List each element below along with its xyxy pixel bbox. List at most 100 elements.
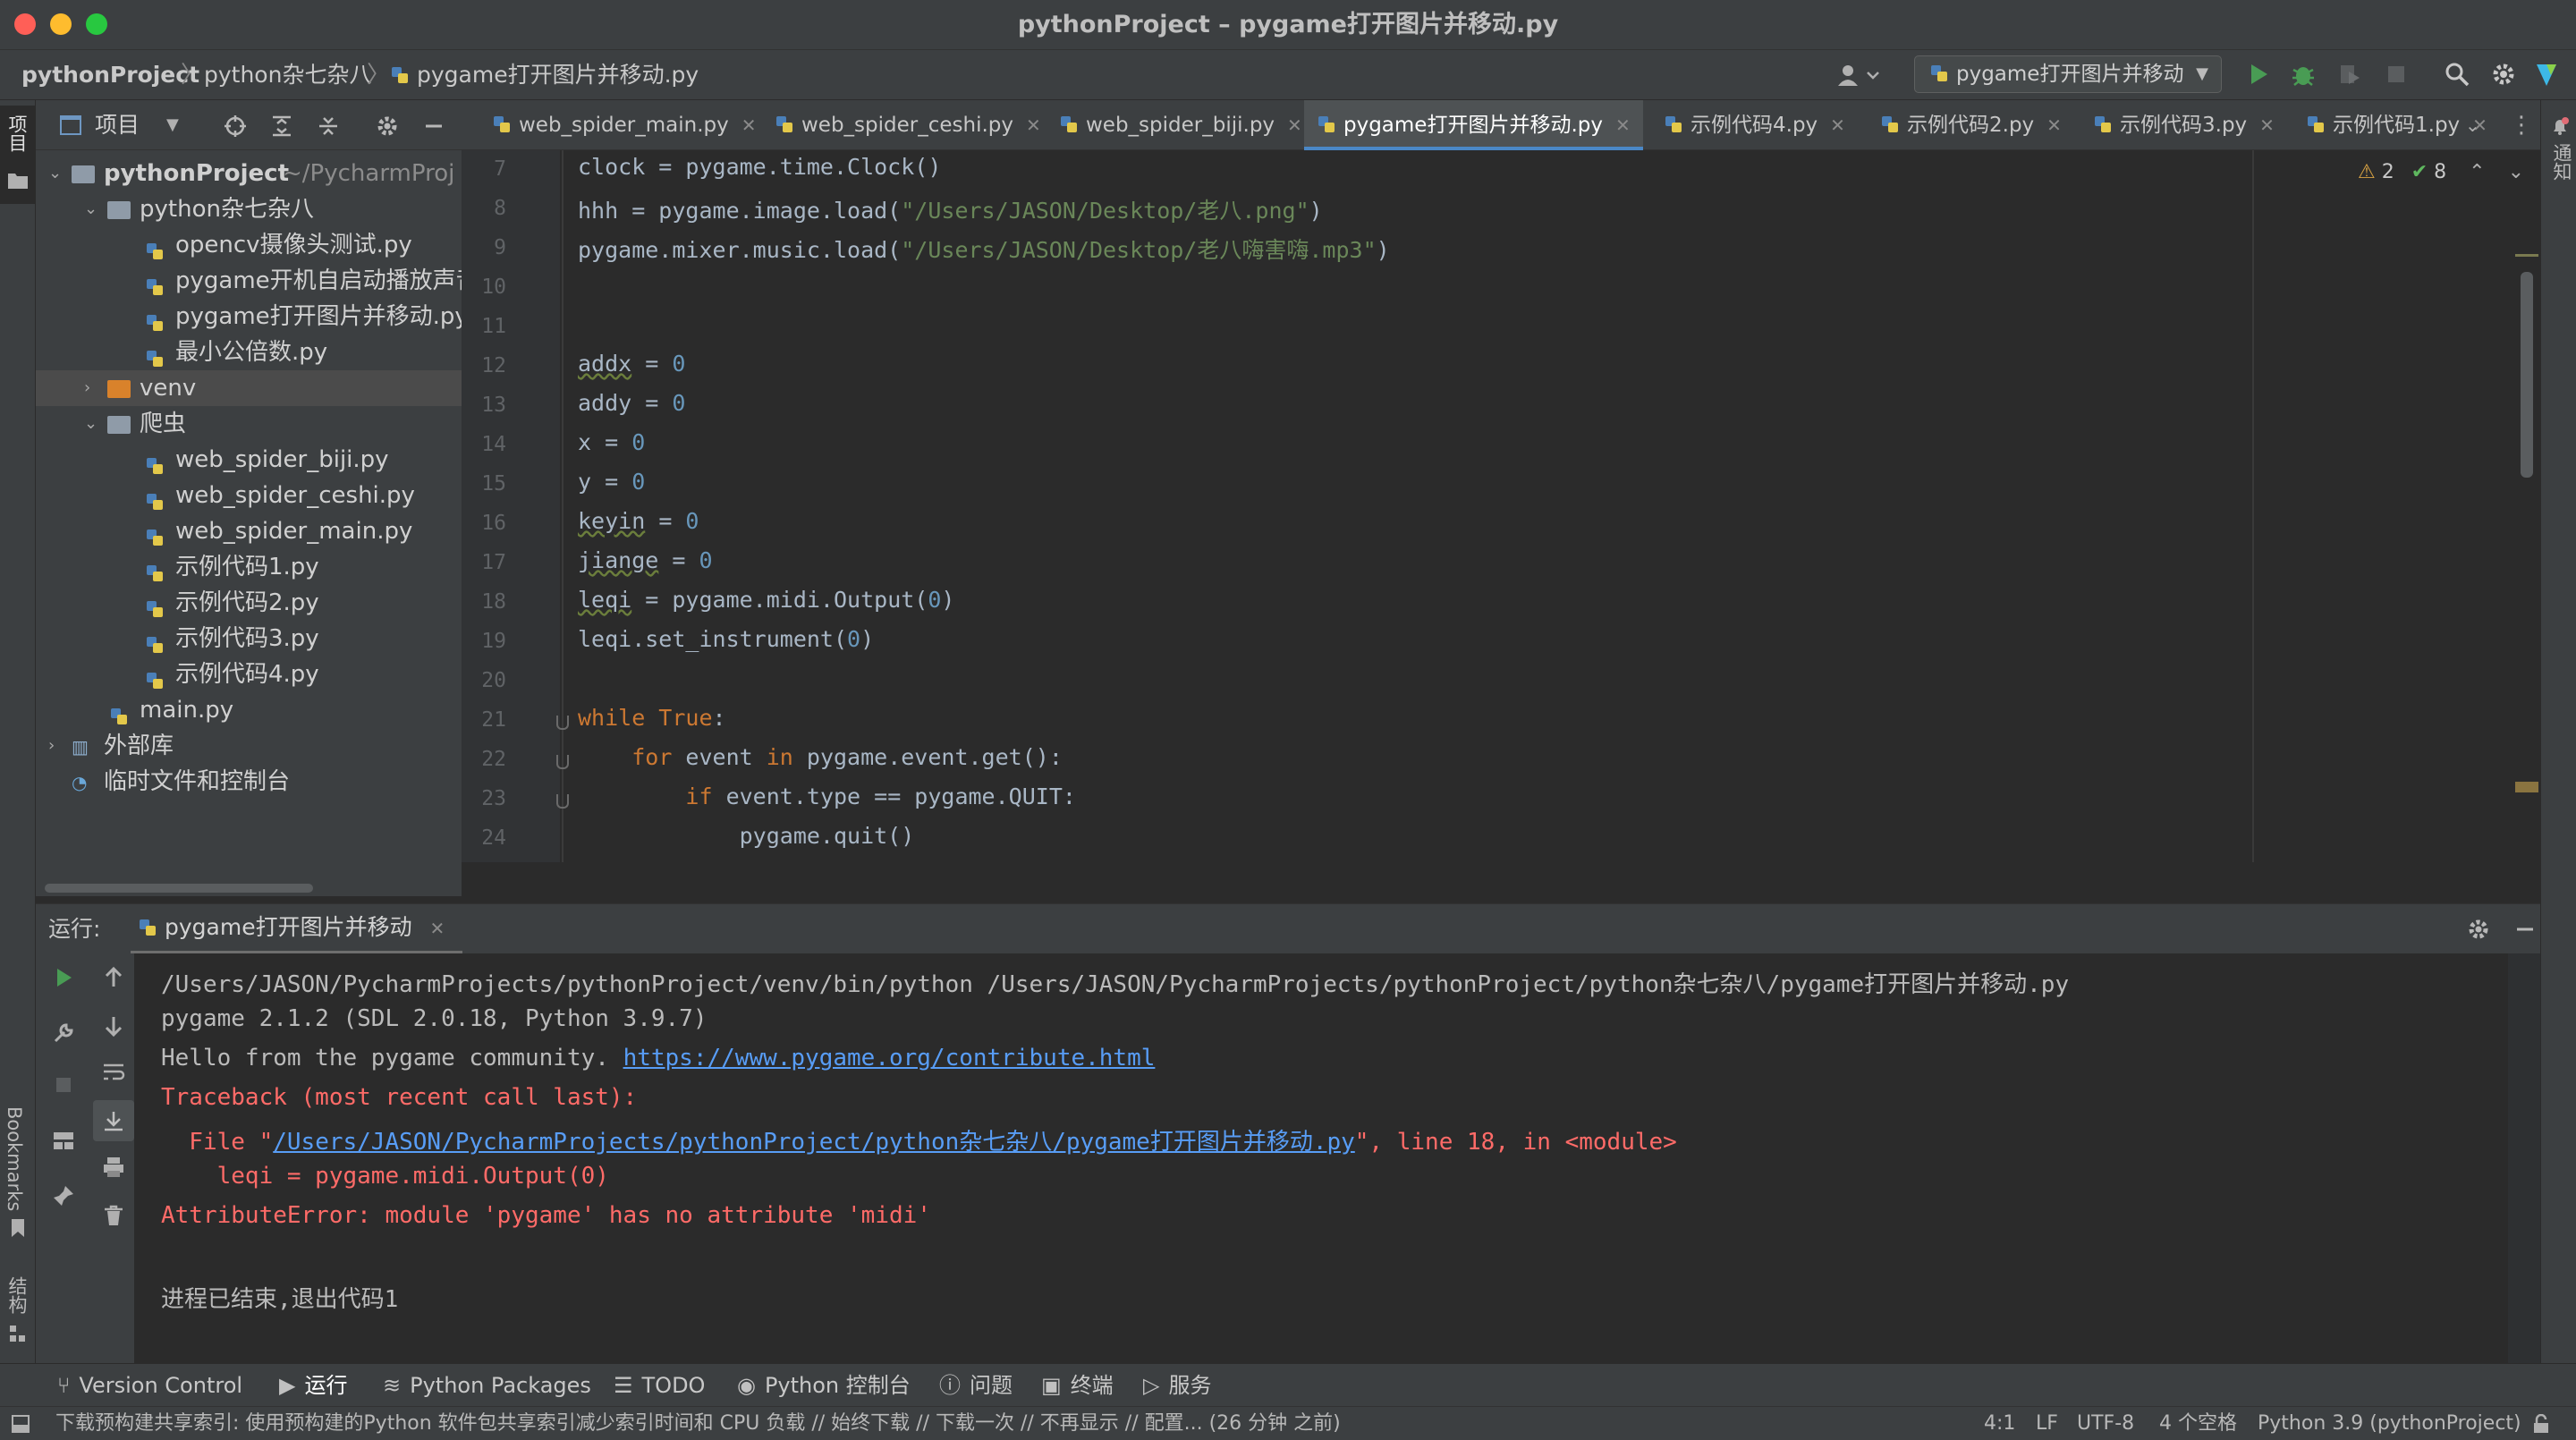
bottom-tool-tab[interactable]: ☰ TODO (614, 1364, 705, 1407)
close-tab-icon[interactable]: ✕ (1287, 114, 1302, 136)
code-line[interactable]: x = 0 (578, 429, 645, 455)
scroll-down-arrow-icon[interactable] (102, 1014, 125, 1038)
scroll-up-arrow-icon[interactable] (102, 966, 125, 989)
editor-tab[interactable]: 示例代码2.py ✕ (1868, 100, 2074, 150)
tree-item[interactable]: ⌄ 爬虫 (36, 406, 462, 442)
code-line[interactable]: leqi.set_instrument(0) (578, 626, 874, 652)
bottom-tool-tab[interactable]: ⓘ 问题 (939, 1364, 1013, 1407)
collapse-all-icon[interactable] (317, 114, 340, 138)
chevron-down-icon[interactable]: ⌄ (48, 156, 62, 191)
toggle-tool-windows-icon[interactable] (11, 1414, 30, 1434)
close-tab-icon[interactable]: ✕ (2046, 114, 2062, 136)
code-line[interactable]: addx = 0 (578, 351, 685, 377)
breadcrumb-project[interactable]: pythonProject (21, 50, 199, 100)
bottom-tool-tab[interactable]: ▣ 终端 (1041, 1364, 1114, 1407)
next-highlight-icon[interactable]: ⌄ (2508, 161, 2524, 183)
tree-item[interactable]: › venv (36, 370, 462, 406)
editor-tab[interactable]: web_spider_biji.py ✕ (1046, 100, 1315, 150)
run-console[interactable]: /Users/JASON/PycharmProjects/pythonProje… (36, 953, 2540, 1363)
stop-icon[interactable] (52, 1073, 75, 1097)
code-editor[interactable]: 7 8 9 10 11 12 13 14 15 16 17 18 19 20 21 22 23 24 clock … (462, 150, 2540, 862)
soft-wrap-icon[interactable] (102, 1061, 125, 1084)
account-icon[interactable] (1835, 63, 1885, 88)
code-line[interactable]: clock = pygame.time.Clock() (578, 154, 941, 180)
code-line[interactable]: hhh = pygame.image.load("/Users/JASON/De… (578, 193, 1323, 225)
close-tab-icon[interactable]: ✕ (1026, 114, 1041, 136)
python-interpreter[interactable]: Python 3.9 (pythonProject) (2258, 1407, 2521, 1440)
chevron-right-icon[interactable]: › (84, 370, 90, 406)
close-tab-icon[interactable]: ✕ (430, 918, 445, 939)
hide-panel-icon[interactable] (422, 114, 445, 138)
fold-marker-icon[interactable] (556, 794, 569, 809)
inspection-widget[interactable]: ⚠ 2 ✔ 8 ⌃ ⌄ (2358, 161, 2524, 183)
chevron-down-icon[interactable]: ▼ (166, 100, 179, 150)
tree-item[interactable]: web_spider_ceshi.py (36, 478, 462, 513)
notifications-tool-label[interactable]: 通知 (2548, 143, 2575, 181)
tree-item[interactable]: ◔ 临时文件和控制台 (36, 764, 462, 800)
tree-item[interactable]: pygame打开图片并移动.py (36, 299, 462, 335)
line-separator[interactable]: LF (2036, 1407, 2058, 1440)
coverage-icon[interactable] (2336, 61, 2363, 88)
locate-target-icon[interactable] (224, 114, 247, 138)
close-tab-icon[interactable]: ✕ (1830, 114, 1845, 136)
caret-position[interactable]: 4:1 (1984, 1407, 2015, 1440)
clear-trash-icon[interactable] (102, 1204, 125, 1227)
structure-tool-label[interactable]: 结构 (4, 1276, 30, 1314)
close-tab-icon[interactable]: ✕ (2259, 114, 2275, 136)
layout-icon[interactable] (52, 1129, 75, 1152)
code-line[interactable]: for event in pygame.event.get(): (578, 744, 1063, 770)
tree-item[interactable]: 示例代码2.py (36, 585, 462, 621)
tree-item[interactable]: web_spider_biji.py (36, 442, 462, 478)
close-tab-icon[interactable]: ✕ (741, 114, 757, 136)
bottom-tool-tab[interactable]: ▶ 运行 (279, 1364, 347, 1407)
console-scrollbar-track[interactable] (2508, 953, 2540, 1363)
editor-tab[interactable]: 示例代码4.py ✕ (1651, 100, 1858, 150)
more-options-icon[interactable]: ⋮ (2510, 100, 2533, 150)
editor-tab[interactable]: pygame打开图片并移动.py ✕ (1304, 100, 1643, 150)
edit-configuration-wrench-icon[interactable] (52, 1021, 75, 1045)
fold-marker-icon[interactable] (556, 716, 569, 730)
breadcrumb-file[interactable]: pygame打开图片并移动.py (390, 50, 699, 100)
bottom-tool-tab[interactable]: ◉ Python 控制台 (737, 1364, 911, 1407)
settings-gear-icon[interactable] (376, 114, 399, 138)
expand-all-icon[interactable] (270, 114, 293, 138)
console-link[interactable]: https://www.pygame.org/contribute.html (623, 1045, 1156, 1072)
code-line[interactable]: leqi = pygame.midi.Output(0) (578, 587, 954, 613)
chevron-right-icon[interactable]: › (48, 728, 55, 764)
bookmarks-tool-label[interactable]: Bookmarks (4, 1106, 25, 1211)
editor-tab[interactable]: 示例代码3.py ✕ (2080, 100, 2287, 150)
print-icon[interactable] (102, 1156, 125, 1179)
editor-tab[interactable]: web_spider_ceshi.py ✕ (762, 100, 1054, 150)
bottom-tool-tab[interactable]: ≋ Python Packages (383, 1364, 591, 1407)
code-line[interactable]: if event.type == pygame.QUIT: (578, 784, 1076, 809)
debug-bug-icon[interactable] (2290, 61, 2317, 88)
bottom-tool-tab[interactable]: ⑂ Version Control (57, 1364, 242, 1407)
indent-setting[interactable]: 4 个空格 (2159, 1407, 2237, 1440)
breadcrumb-folder[interactable]: python杂七杂八 (204, 50, 371, 100)
settings-gear-icon[interactable] (2490, 61, 2517, 88)
tree-item[interactable]: 示例代码4.py (36, 656, 462, 692)
stop-icon[interactable] (2383, 61, 2410, 88)
tab-list-chevron-icon[interactable]: ⌄ (2465, 100, 2480, 150)
close-tab-icon[interactable]: ✕ (1615, 114, 1631, 136)
fold-marker-icon[interactable] (556, 755, 569, 769)
error-stripe-mark[interactable] (2515, 254, 2538, 257)
chevron-down-icon[interactable]: ⌄ (84, 191, 97, 227)
tree-item[interactable]: web_spider_main.py (36, 513, 462, 549)
code-line[interactable]: while True: (578, 705, 726, 731)
run-play-icon[interactable] (2245, 61, 2272, 88)
search-icon[interactable] (2444, 61, 2470, 88)
tree-item[interactable]: 示例代码1.py (36, 549, 462, 585)
code-line[interactable]: y = 0 (578, 469, 645, 495)
run-tab[interactable]: pygame打开图片并移动 ✕ (131, 904, 463, 954)
code-line[interactable]: keyin = 0 (578, 508, 699, 534)
code-line[interactable]: jiange = 0 (578, 547, 713, 573)
previous-highlight-icon[interactable]: ⌃ (2469, 161, 2485, 183)
notifications-bell-icon[interactable] (2550, 116, 2570, 136)
run-configuration-select[interactable]: pygame打开图片并移动 ▼ (1914, 55, 2222, 93)
tree-item[interactable]: ⌄ pythonProject ~/PycharmProj (36, 156, 462, 191)
status-message[interactable]: 下载预构建共享索引: 使用预构建的Python 软件包共享索引减少索引时间和 C… (55, 1407, 1522, 1440)
scroll-to-end-toggle[interactable] (93, 1100, 134, 1141)
pin-tab-icon[interactable] (52, 1184, 75, 1207)
project-horizontal-scrollbar[interactable] (45, 884, 313, 893)
